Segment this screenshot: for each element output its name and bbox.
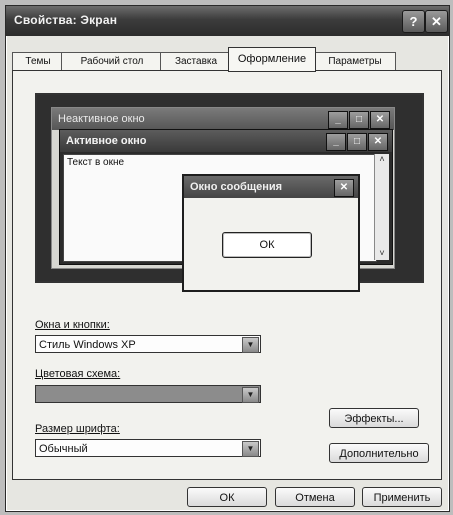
chevron-down-icon[interactable]: ▼ bbox=[242, 441, 259, 457]
cancel-button[interactable]: Отмена bbox=[275, 487, 355, 507]
message-ok-button: ОК bbox=[222, 232, 312, 258]
message-box-title: Окно сообщения bbox=[184, 176, 358, 198]
windows-buttons-value: Стиль Windows XP bbox=[39, 339, 136, 351]
ok-button[interactable]: ОК bbox=[187, 487, 267, 507]
window-title: Свойства: Экран bbox=[14, 13, 118, 27]
message-close-icon: ✕ bbox=[334, 179, 354, 197]
display-properties-window: Свойства: Экран ? ✕ Темы Рабочий стол За… bbox=[5, 5, 450, 512]
appearance-panel: Неактивное окно _ □ ✕ Активное окно _ □ … bbox=[12, 70, 442, 480]
inactive-minimize-icon: _ bbox=[328, 111, 348, 129]
close-button[interactable]: ✕ bbox=[425, 10, 448, 33]
tab-desktop[interactable]: Рабочий стол bbox=[61, 52, 163, 70]
font-size-label: Размер шрифта: bbox=[35, 423, 120, 435]
tab-appearance[interactable]: Оформление bbox=[228, 47, 316, 72]
window-text: Текст в окне bbox=[67, 157, 125, 168]
chevron-down-icon[interactable]: ▼ bbox=[242, 387, 259, 403]
color-scheme-label: Цветовая схема: bbox=[35, 368, 121, 380]
tab-settings[interactable]: Параметры bbox=[314, 52, 396, 70]
inactive-maximize-icon: □ bbox=[349, 111, 369, 129]
advanced-button[interactable]: Дополнительно bbox=[329, 443, 429, 463]
active-minimize-icon: _ bbox=[326, 133, 346, 151]
appearance-preview: Неактивное окно _ □ ✕ Активное окно _ □ … bbox=[35, 93, 424, 292]
active-maximize-icon: □ bbox=[347, 133, 367, 151]
message-box-preview: Окно сообщения ✕ ОК bbox=[182, 174, 360, 292]
chevron-down-icon[interactable]: ▼ bbox=[242, 337, 259, 353]
tab-screensaver[interactable]: Заставка bbox=[160, 52, 232, 70]
preview-scrollbar: ˄ ˅ bbox=[374, 154, 389, 260]
windows-buttons-label: Окна и кнопки: bbox=[35, 319, 110, 331]
windows-buttons-select[interactable]: Стиль Windows XP ▼ bbox=[35, 335, 261, 353]
inactive-close-icon: ✕ bbox=[370, 111, 390, 129]
effects-button[interactable]: Эффекты... bbox=[329, 408, 419, 428]
tab-strip: Темы Рабочий стол Заставка Оформление Па… bbox=[12, 46, 442, 72]
active-window-preview: Активное окно _ □ ✕ Текст в окне ˄ ˅ Окн… bbox=[59, 129, 393, 292]
apply-button[interactable]: Применить bbox=[362, 487, 442, 507]
help-button[interactable]: ? bbox=[402, 10, 425, 33]
active-close-icon: ✕ bbox=[368, 133, 388, 151]
tab-themes[interactable]: Темы bbox=[12, 52, 64, 70]
color-scheme-select[interactable]: ▼ bbox=[35, 385, 261, 403]
font-size-value: Обычный bbox=[39, 443, 88, 455]
title-bar[interactable]: Свойства: Экран ? ✕ bbox=[6, 6, 449, 36]
scroll-up-icon: ˄ bbox=[379, 154, 385, 164]
font-size-select[interactable]: Обычный ▼ bbox=[35, 439, 261, 457]
scroll-down-icon: ˅ bbox=[379, 248, 385, 258]
